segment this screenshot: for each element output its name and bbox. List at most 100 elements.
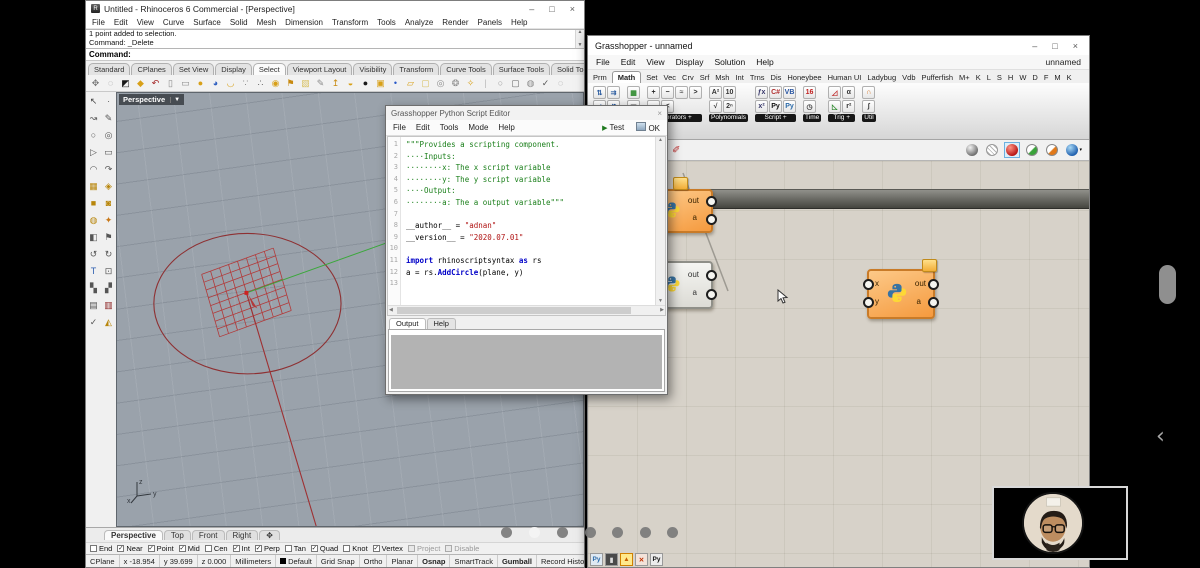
gaussian-icon[interactable]: ∩	[862, 86, 875, 99]
surface-icon[interactable]: ◆	[134, 77, 147, 90]
editor-menu-tools[interactable]: Tools	[440, 123, 459, 132]
toggle-ortho[interactable]: Ortho	[360, 555, 388, 567]
webcam-overlay[interactable]	[992, 486, 1128, 560]
grasshopper-titlebar[interactable]: Grasshopper - unnamed – □ ×	[588, 36, 1089, 55]
integral-icon[interactable]: ∫	[862, 100, 875, 113]
scrollbar-thumb[interactable]	[397, 307, 631, 314]
rhino-menu-transform[interactable]: Transform	[332, 18, 368, 27]
degrees-icon[interactable]: ◿	[828, 86, 841, 99]
gh-tab-srf[interactable]: Srf	[699, 72, 711, 83]
gh-tab-m[interactable]: M+	[958, 72, 971, 83]
curve-edit-icon[interactable]: ✎	[103, 112, 115, 124]
checkbox-icon[interactable]: ✓	[117, 545, 124, 552]
gh-menu-edit[interactable]: Edit	[621, 57, 636, 67]
osnap-cen[interactable]: Cen	[205, 544, 228, 553]
toolbar-tab-transform[interactable]: Transform	[393, 63, 439, 75]
gear-icon[interactable]: ◍	[524, 77, 537, 90]
shaded-preview-icon[interactable]	[964, 142, 980, 158]
python-file-icon[interactable]: Py	[590, 553, 603, 566]
gh-tab-d[interactable]: D	[1031, 72, 1038, 83]
input-nub[interactable]	[863, 279, 874, 290]
toggle-planar[interactable]: Planar	[387, 555, 418, 567]
check-icon[interactable]: ✓	[539, 77, 552, 90]
pointer-icon[interactable]: ↖	[88, 95, 100, 107]
lasso-icon[interactable]: ◌	[104, 77, 117, 90]
gh-tab-h[interactable]: H	[1007, 72, 1014, 83]
rhino-menu-surface[interactable]: Surface	[193, 18, 221, 27]
plane-icon[interactable]: ▱	[404, 77, 417, 90]
red-preview-icon[interactable]	[1004, 142, 1020, 158]
bowl-icon[interactable]: ◡	[224, 77, 237, 90]
black-sphere-icon[interactable]: ●	[359, 77, 372, 90]
checkbox-icon[interactable]: ✓	[233, 545, 240, 552]
checkbox-icon[interactable]: ✓	[179, 545, 186, 552]
sheet-icon[interactable]: ▢	[419, 77, 432, 90]
scroll-down-icon[interactable]: ▼	[658, 298, 663, 305]
editor-menu-mode[interactable]: Mode	[468, 123, 488, 132]
selected-point[interactable]	[244, 291, 248, 295]
active-widget-icon[interactable]: ▲	[620, 553, 633, 566]
scroll-right-icon[interactable]: ▶	[660, 307, 664, 313]
viewport-tab-top[interactable]: Top	[164, 530, 191, 540]
pen-icon[interactable]: ✎	[314, 77, 327, 90]
rhino-menu-help[interactable]: Help	[511, 18, 527, 27]
warning-balloon-icon[interactable]	[673, 177, 688, 190]
similarity-icon[interactable]: ≈	[675, 86, 688, 99]
toolbar-tab-curve-tools[interactable]: Curve Tools	[440, 63, 491, 75]
gh-tab-prm[interactable]: Prm	[592, 72, 608, 83]
gh-menu-solution[interactable]: Solution	[715, 57, 746, 67]
test-button[interactable]: ▶ Test	[602, 123, 624, 132]
minimize-icon[interactable]: –	[1032, 41, 1037, 51]
gh-tab-human-ui[interactable]: Human UI	[827, 72, 863, 83]
chevron-left-icon[interactable]: ‹	[1156, 424, 1165, 449]
select-points-icon[interactable]: ✥	[89, 77, 102, 90]
editor-menu-help[interactable]: Help	[498, 123, 514, 132]
osnap-vertex[interactable]: ✓Vertex	[373, 544, 403, 553]
toolbar-tab-select[interactable]: Select	[253, 63, 286, 75]
ghpython-icon[interactable]: Py	[783, 100, 796, 113]
editor-menu-edit[interactable]: Edit	[416, 123, 430, 132]
command-history[interactable]: ▲▼ 1 point added to selection.Command: _…	[86, 29, 584, 49]
csharp-script-icon[interactable]: C#	[769, 86, 782, 99]
python-script-icon[interactable]: Py	[769, 100, 782, 113]
osnap-end[interactable]: End	[90, 544, 112, 553]
hatch-tool-icon[interactable]: ▚	[88, 282, 100, 294]
scroll-left-icon[interactable]: ◀	[389, 307, 393, 313]
series-icon[interactable]: ⇉	[607, 86, 620, 99]
checkbox-icon[interactable]	[90, 545, 97, 552]
rectangle-tool-icon[interactable]: ▭	[103, 146, 115, 158]
close-icon[interactable]: ×	[570, 4, 575, 14]
osnap-perp[interactable]: ✓Perp	[255, 544, 280, 553]
rhino-menu-solid[interactable]: Solid	[230, 18, 248, 27]
magnifier-icon[interactable]: ◌	[554, 77, 567, 90]
dark-widget-icon[interactable]: ▮	[605, 553, 618, 566]
checkbox-icon[interactable]: ✓	[373, 545, 380, 552]
circle-icon[interactable]: ○	[494, 77, 507, 90]
undo-icon[interactable]: ↶	[149, 77, 162, 90]
code-text[interactable]: """Provides a scripting component.····In…	[401, 137, 655, 305]
viewport-title-menu[interactable]: Perspective ▼	[119, 94, 184, 105]
clock-icon[interactable]: ◷	[803, 100, 816, 113]
ellipse-tool-icon[interactable]: ◎	[103, 129, 115, 141]
gh-tab-vdb[interactable]: Vdb	[901, 72, 916, 83]
osnap-point[interactable]: ✓Point	[148, 544, 174, 553]
toolbar-tab-visibility[interactable]: Visibility	[353, 63, 392, 75]
output-nub[interactable]	[706, 270, 717, 281]
code-editor[interactable]: 12345678910111213 """Provides a scriptin…	[387, 136, 666, 316]
gh-menu-display[interactable]: Display	[676, 57, 704, 67]
rhino-menu-render[interactable]: Render	[442, 18, 468, 27]
gh-tab-honeybee[interactable]: Honeybee	[786, 72, 822, 83]
square-root-icon[interactable]: √	[709, 100, 722, 113]
gh-tab-s[interactable]: S	[996, 72, 1003, 83]
toolbar-tab-solid-tools[interactable]: Solid Tools	[551, 63, 584, 75]
rotate-ccw-icon[interactable]: ↺	[88, 248, 100, 260]
carousel-dot[interactable]	[585, 527, 596, 538]
osnap-near[interactable]: ✓Near	[117, 544, 142, 553]
text-tool-icon[interactable]: T	[88, 265, 100, 277]
paint-tool-icon[interactable]: ◭	[103, 316, 115, 328]
rhino-menu-mesh[interactable]: Mesh	[257, 18, 277, 27]
layers-icon[interactable]: ▤	[88, 299, 100, 311]
status-millimeters[interactable]: Millimeters	[231, 555, 276, 567]
python-dark-icon[interactable]: Py	[650, 553, 663, 566]
cube-icon[interactable]: ▢	[509, 77, 522, 90]
